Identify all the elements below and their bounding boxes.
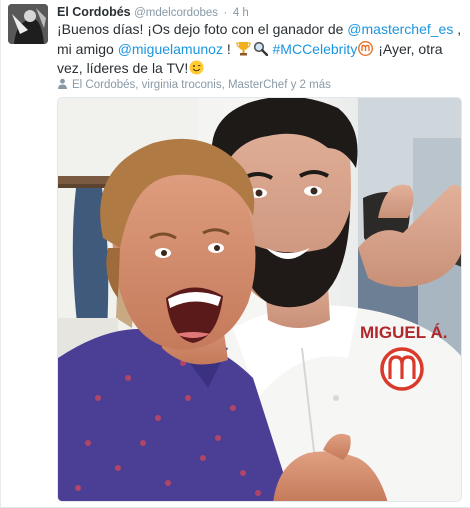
tagged-people-label: El Cordobés, virginia troconis, MasterCh… bbox=[72, 79, 331, 91]
author-handle[interactable]: @mdelcordobes bbox=[134, 7, 218, 19]
tweet-photo[interactable]: MIGUEL Á. bbox=[57, 97, 462, 502]
tweet-text-part: ¡Buenos días! ¡Os dejo foto con el ganad… bbox=[57, 21, 348, 37]
chef-jacket-name: MIGUEL Á. bbox=[360, 323, 448, 342]
mention-link[interactable]: @miguelamunoz bbox=[118, 41, 223, 57]
trophy-emoji-icon bbox=[235, 41, 251, 56]
separator: · bbox=[223, 7, 228, 19]
tagged-people[interactable]: El Cordobés, virginia troconis, MasterCh… bbox=[57, 78, 331, 93]
wink-emoji-icon bbox=[189, 60, 204, 75]
tweet-card[interactable]: El Cordobés @mdelcordobes · 4 h ¡Buenos … bbox=[0, 0, 470, 508]
author-fullname[interactable]: El Cordobés bbox=[57, 5, 131, 19]
masterchef-logo-emoji-icon bbox=[358, 40, 374, 56]
tweet-text-part: ! bbox=[222, 40, 235, 57]
mention-link[interactable]: @masterchef_es bbox=[347, 21, 453, 37]
tweet-text: ¡Buenos días! ¡Os dejo foto con el ganad… bbox=[57, 20, 462, 79]
divider bbox=[0, 0, 1, 508]
hashtag-link[interactable]: #MCCelebrity bbox=[273, 41, 358, 57]
person-icon bbox=[57, 78, 68, 89]
tweet-timestamp[interactable]: 4 h bbox=[233, 7, 249, 19]
magnifier-emoji-icon bbox=[253, 41, 268, 56]
avatar[interactable] bbox=[8, 4, 48, 44]
tweet-header: El Cordobés @mdelcordobes · 4 h bbox=[57, 4, 249, 20]
